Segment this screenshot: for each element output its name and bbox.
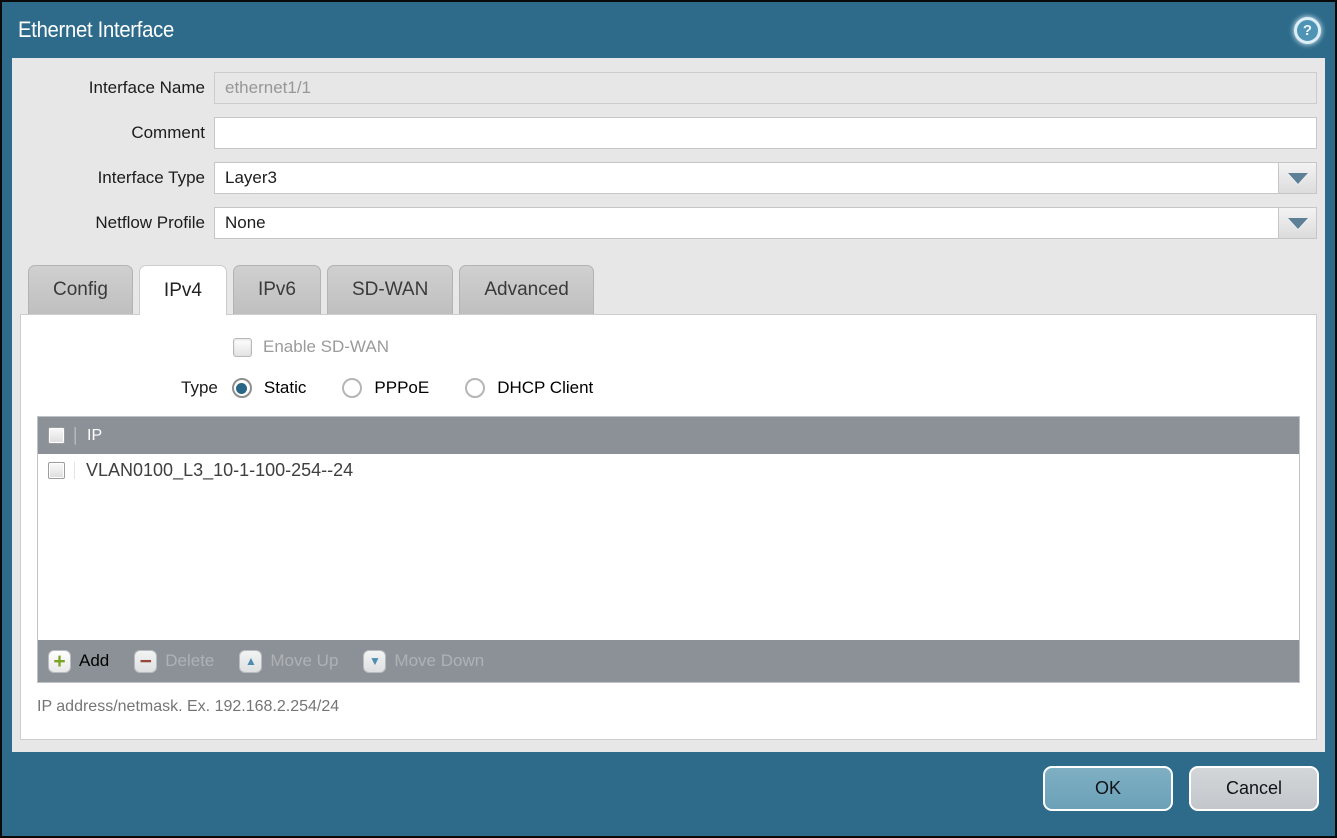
radio-dhcp-client-control (465, 378, 485, 398)
comment-row: Comment (20, 117, 1317, 149)
type-row: Type Static PPPoE DHCP Client (181, 378, 1316, 398)
radio-pppoe-label: PPPoE (374, 378, 429, 398)
netflow-profile-label: Netflow Profile (20, 213, 214, 233)
help-icon-glyph: ? (1303, 22, 1312, 39)
move-up-icon: ▲ (239, 650, 262, 673)
comment-input[interactable] (214, 117, 1317, 149)
ethernet-interface-dialog: Ethernet Interface ? Interface Name Comm… (0, 0, 1337, 838)
dialog-footer: OK Cancel (2, 752, 1335, 836)
radio-static[interactable]: Static (232, 378, 307, 398)
interface-type-label: Interface Type (20, 168, 214, 188)
radio-pppoe-control (342, 378, 362, 398)
add-button[interactable]: + Add (48, 650, 109, 673)
interface-name-input (214, 72, 1317, 104)
move-up-button: ▲ Move Up (239, 650, 338, 673)
ip-table-body: VLAN0100_L3_10-1-100-254--24 (38, 454, 1299, 640)
table-row[interactable]: VLAN0100_L3_10-1-100-254--24 (38, 454, 1299, 486)
tab-ipv6[interactable]: IPv6 (233, 265, 321, 314)
tab-bar: Config IPv4 IPv6 SD-WAN Advanced (28, 265, 1317, 314)
tab-config[interactable]: Config (28, 265, 133, 314)
add-icon: + (48, 650, 71, 673)
ip-table-header: IP (38, 417, 1299, 454)
select-all-checkbox[interactable] (48, 427, 65, 444)
row-ip-value: VLAN0100_L3_10-1-100-254--24 (75, 460, 353, 481)
help-icon[interactable]: ? (1294, 17, 1321, 44)
move-down-button: ▼ Move Down (363, 650, 484, 673)
ip-table-toolbar: + Add − Delete ▲ Move Up ▼ Move Down (38, 640, 1299, 682)
tab-sdwan[interactable]: SD-WAN (327, 265, 453, 314)
radio-static-label: Static (264, 378, 307, 398)
enable-sdwan-row: Enable SD-WAN (233, 337, 1316, 357)
dialog-content: Interface Name Comment Interface Type Ne… (12, 58, 1325, 752)
ok-button[interactable]: OK (1043, 766, 1173, 811)
ip-table: IP VLAN0100_L3_10-1-100-254--24 + Add (37, 416, 1300, 683)
tab-advanced[interactable]: Advanced (459, 265, 594, 314)
radio-dhcp-client[interactable]: DHCP Client (465, 378, 593, 398)
interface-type-input[interactable] (214, 162, 1279, 194)
ip-format-hint: IP address/netmask. Ex. 192.168.2.254/24 (37, 698, 1316, 716)
netflow-profile-row: Netflow Profile (20, 207, 1317, 239)
netflow-profile-input[interactable] (214, 207, 1279, 239)
ipv4-tab-panel: Enable SD-WAN Type Static PPPoE DHCP Cli… (20, 314, 1317, 740)
dropdown-arrow-icon (1288, 173, 1308, 184)
dialog-title: Ethernet Interface (18, 17, 174, 43)
comment-label: Comment (20, 123, 214, 143)
type-label: Type (181, 378, 218, 398)
netflow-profile-dropdown-button[interactable] (1279, 207, 1317, 239)
move-down-icon: ▼ (363, 650, 386, 673)
dropdown-arrow-icon (1288, 218, 1308, 229)
cancel-button[interactable]: Cancel (1189, 766, 1319, 811)
move-down-button-label: Move Down (394, 651, 484, 671)
radio-dhcp-client-label: DHCP Client (497, 378, 593, 398)
enable-sdwan-label: Enable SD-WAN (263, 337, 389, 357)
interface-type-dropdown-button[interactable] (1279, 162, 1317, 194)
dialog-titlebar: Ethernet Interface ? (2, 2, 1335, 58)
tab-ipv4[interactable]: IPv4 (139, 265, 227, 315)
delete-button: − Delete (134, 650, 214, 673)
row-checkbox[interactable] (48, 462, 65, 479)
interface-name-label: Interface Name (20, 78, 214, 98)
interface-name-row: Interface Name (20, 72, 1317, 104)
radio-pppoe[interactable]: PPPoE (342, 378, 429, 398)
radio-static-control (232, 378, 252, 398)
delete-icon: − (134, 650, 157, 673)
add-button-label: Add (79, 651, 109, 671)
enable-sdwan-checkbox (233, 338, 252, 357)
interface-type-row: Interface Type (20, 162, 1317, 194)
move-up-button-label: Move Up (270, 651, 338, 671)
ip-column-header: IP (75, 427, 1299, 445)
delete-button-label: Delete (165, 651, 214, 671)
